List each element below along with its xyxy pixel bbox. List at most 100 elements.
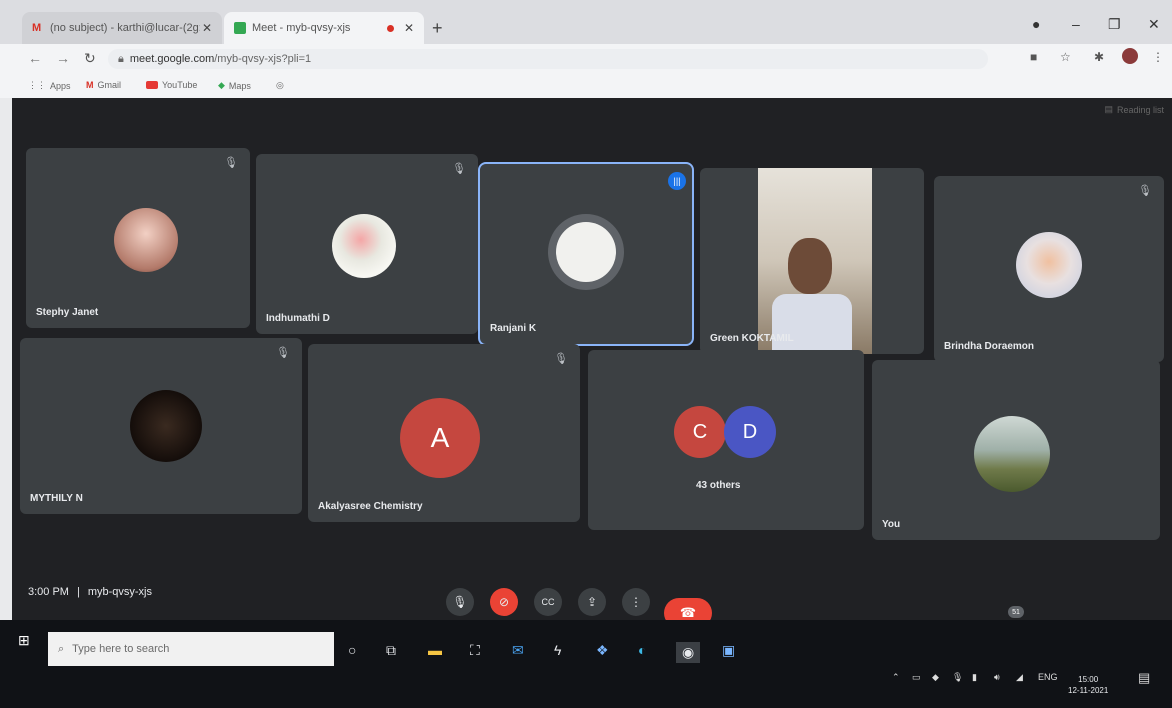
bookmark-label: YouTube bbox=[162, 80, 198, 90]
back-icon[interactable]: ← bbox=[28, 50, 42, 66]
captions-button[interactable]: CC bbox=[534, 588, 562, 616]
avatar bbox=[114, 208, 178, 272]
battery-icon[interactable]: ▮ bbox=[972, 672, 977, 683]
avatar bbox=[332, 214, 396, 278]
participant-name: Brindha Doraemon bbox=[944, 341, 1035, 352]
address-bar-row: ← → ↻ 🔒︎ meet.google.com/myb-qvsy-xjs?pl… bbox=[0, 44, 1172, 74]
reload-icon[interactable]: ↻ bbox=[84, 50, 96, 67]
bookmark-apps[interactable]: ⋮⋮ Apps bbox=[28, 80, 71, 91]
meeting-info: 3:00 PM | myb-qvsy-xjs bbox=[28, 586, 152, 598]
reading-list-icon: ▤ bbox=[1104, 104, 1113, 114]
bookmark-maps[interactable]: ◆ Maps bbox=[218, 80, 251, 91]
system-clock[interactable]: 15:00 12-11-2021 bbox=[1068, 674, 1108, 696]
gmail-icon: M bbox=[32, 22, 42, 34]
maximize-button[interactable]: ❐ bbox=[1108, 16, 1121, 33]
tab-gmail[interactable]: M (no subject) - karthi@lucar-(2g:: ✕ bbox=[22, 12, 222, 44]
tray-chevron-icon[interactable]: ⌃ bbox=[892, 672, 900, 683]
chrome-icon[interactable]: ◉ bbox=[676, 642, 701, 663]
windows-start-icon[interactable]: ⊞ bbox=[18, 632, 30, 649]
participant-tile-others[interactable]: C D 43 others bbox=[588, 350, 864, 530]
speaking-indicator-icon: ||| bbox=[668, 172, 686, 190]
globe-icon: ◎ bbox=[276, 80, 284, 90]
bookmark-gmail[interactable]: M Gmail bbox=[86, 80, 121, 90]
mic-button[interactable]: 🎙︎ bbox=[446, 588, 474, 616]
bookmark-globe[interactable]: ◎ bbox=[276, 80, 284, 91]
avatar-initial: C bbox=[674, 406, 726, 458]
participant-name: Ranjani K bbox=[490, 323, 537, 334]
network-icon[interactable]: ◢ bbox=[1016, 672, 1023, 683]
avatar bbox=[130, 390, 202, 462]
participant-name: Green KOKTAMIL bbox=[710, 333, 794, 344]
participant-tile-mythily[interactable]: 🎙︎ MYTHILY N bbox=[20, 338, 302, 514]
url-field[interactable]: 🔒︎ meet.google.com/myb-qvsy-xjs?pli=1 bbox=[108, 49, 988, 69]
forward-icon[interactable]: → bbox=[56, 50, 70, 66]
extensions-icon[interactable]: ✱ bbox=[1094, 50, 1104, 64]
edge-icon[interactable]: ◐ bbox=[638, 642, 646, 658]
reading-list-button[interactable]: ▤ Reading list bbox=[1104, 104, 1164, 115]
close-window-button[interactable]: ✕ bbox=[1148, 16, 1160, 33]
people-count-badge: 51 bbox=[1008, 606, 1024, 618]
taskbar-search-field[interactable]: ⌕ Type here to search bbox=[48, 632, 334, 666]
tab-title: (no subject) - karthi@lucar-(2g:: bbox=[50, 22, 200, 34]
tab-meet[interactable]: Meet - myb-qvsy-xjs ✕ bbox=[224, 12, 424, 44]
participant-tile-you[interactable]: You bbox=[872, 360, 1160, 540]
tab-strip: M (no subject) - karthi@lucar-(2g:: ✕ Me… bbox=[0, 0, 1172, 44]
participant-tile-akalyasree[interactable]: 🎙︎ A Akalyasree Chemistry bbox=[308, 344, 580, 522]
avatar[interactable] bbox=[1122, 48, 1138, 64]
file-explorer-icon[interactable]: ▬ bbox=[428, 642, 442, 658]
dropbox-icon[interactable]: ❖ bbox=[596, 642, 609, 659]
menu-icon[interactable]: ⋮ bbox=[1152, 50, 1164, 64]
present-button[interactable]: ⇪ bbox=[578, 588, 606, 616]
more-options-button[interactable]: ⋮ bbox=[622, 588, 650, 616]
participant-tile-green[interactable]: Green KOKTAMIL bbox=[700, 168, 924, 354]
participant-tile-stephy[interactable]: 🎙︎ Stephy Janet bbox=[26, 148, 250, 328]
bookmark-label: Apps bbox=[50, 80, 71, 91]
camera-off-button[interactable]: ⊘ bbox=[490, 588, 518, 616]
mic-off-icon: 🎙︎ bbox=[276, 347, 290, 359]
profile-icon[interactable]: ● bbox=[1032, 16, 1040, 32]
new-tab-button[interactable]: + bbox=[432, 18, 443, 39]
bookmarks-bar: ⋮⋮ Apps M Gmail YouTube ◆ Maps ◎ bbox=[0, 74, 1172, 98]
participant-tile-ranjani[interactable]: ||| Ranjani K bbox=[478, 162, 694, 346]
url-path: /myb-qvsy-xjs?pli=1 bbox=[214, 53, 312, 65]
captions-icon: CC bbox=[541, 597, 555, 607]
person-head bbox=[788, 238, 832, 294]
mic-icon: 🎙︎ bbox=[452, 595, 468, 609]
app-icon[interactable]: ▣ bbox=[722, 642, 735, 659]
gmail-icon: M bbox=[86, 80, 94, 90]
avatar bbox=[556, 222, 616, 282]
minimize-button[interactable]: – bbox=[1072, 16, 1080, 32]
mail-icon[interactable]: ✉ bbox=[512, 642, 524, 659]
cortana-icon[interactable]: ○ bbox=[348, 642, 356, 658]
star-icon[interactable]: ☆ bbox=[1060, 50, 1071, 64]
tray-monitor-icon[interactable]: ▭ bbox=[912, 672, 921, 683]
person-shirt bbox=[772, 294, 852, 354]
tray-mic-icon[interactable]: 🎙︎ bbox=[952, 672, 963, 683]
camera-icon[interactable]: ■ bbox=[1030, 50, 1037, 64]
divider: | bbox=[76, 586, 80, 598]
participant-name: Indhumathi D bbox=[266, 313, 330, 324]
clock-date: 12-11-2021 bbox=[1068, 686, 1109, 695]
avatar bbox=[974, 416, 1050, 492]
close-tab-icon[interactable]: ✕ bbox=[202, 21, 212, 35]
video-feed bbox=[758, 168, 872, 354]
mic-off-icon: 🎙︎ bbox=[1138, 185, 1152, 197]
notifications-icon[interactable]: ▤ bbox=[1138, 670, 1150, 686]
lock-icon: 🔒︎ bbox=[118, 52, 124, 65]
search-icon: ⌕ bbox=[58, 642, 65, 655]
close-tab-icon[interactable]: ✕ bbox=[404, 21, 414, 35]
store-icon[interactable]: ⛶ bbox=[470, 642, 480, 659]
meeting-time: 3:00 PM bbox=[28, 586, 69, 598]
participant-tile-indhumathi[interactable]: 🎙︎ Indhumathi D bbox=[256, 154, 478, 334]
winamp-icon[interactable]: ϟ bbox=[554, 642, 561, 658]
language-indicator[interactable]: ENG bbox=[1038, 672, 1058, 682]
participant-name: MYTHILY N bbox=[30, 493, 83, 504]
bookmark-youtube[interactable]: YouTube bbox=[146, 80, 197, 90]
bookmark-label: Maps bbox=[228, 80, 251, 91]
participant-tile-brindha[interactable]: 🎙︎ Brindha Doraemon bbox=[934, 176, 1164, 362]
volume-icon[interactable]: 🔊︎ bbox=[994, 672, 1000, 683]
meet-stage: 🎙︎ Stephy Janet 🎙︎ Indhumathi D ||| Ranj… bbox=[12, 98, 1172, 643]
task-view-icon[interactable]: ⧉ bbox=[386, 642, 396, 659]
meet-icon bbox=[234, 22, 246, 34]
tray-app-icon[interactable]: ◆ bbox=[932, 672, 939, 683]
